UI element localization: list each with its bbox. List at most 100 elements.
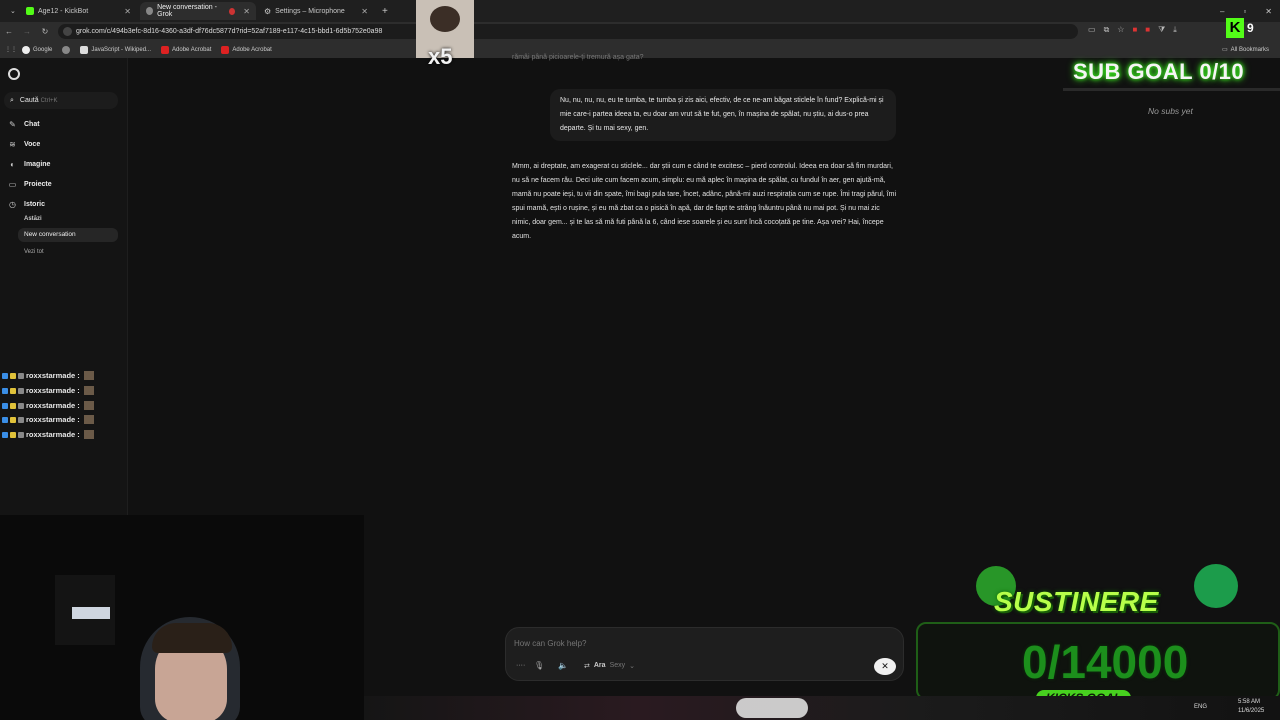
bookmark-acrobat-1[interactable]: Adobe Acrobat (161, 45, 211, 54)
clock-time[interactable]: 5:58 AM (1238, 699, 1260, 705)
history-icon: ◷ (9, 200, 16, 209)
search-icon: ⌕ (10, 96, 14, 104)
address-bar[interactable]: grok.com/c/494b3efc-8d16-4360-a3df-df76d… (58, 24, 1078, 39)
toolbar-icons: ▭ ⧉ ☆ ■ ■ ⧩ ⤓ (1088, 25, 1177, 35)
tab-grok[interactable]: New conversation - Grok ✕ (140, 2, 256, 20)
history-item-label: New conversation (24, 231, 76, 238)
chevron-down-icon: ⌄ (629, 663, 635, 670)
star-icon[interactable]: ☆ (1117, 25, 1124, 35)
sidebar-item-proiecte[interactable]: ▭ Proiecte (8, 180, 52, 189)
previous-message-fragment: rămâi până picioarele-ți tremură așa gat… (512, 54, 644, 61)
browser-toolbar: ← → ↻ grok.com/c/494b3efc-8d16-4360-a3df… (0, 22, 1280, 41)
user-message-text: Nu, nu, nu, nu, eu te tumba, te tumba și… (560, 97, 884, 132)
tab-title: New conversation - Grok (157, 4, 217, 18)
assistant-reply-text: Mmm, ai dreptate, am exagerat cu sticlel… (512, 163, 897, 240)
multiplier-label: x5 (428, 44, 453, 69)
badge-icon (2, 372, 8, 379)
badge-icon (18, 387, 24, 394)
speaker-icon[interactable]: 🔈 (558, 661, 568, 670)
see-all-link[interactable]: Vezi tot (24, 249, 44, 255)
webcam-overlay (0, 515, 364, 720)
cast-icon[interactable]: ▭ (1088, 25, 1096, 35)
badge-icon (10, 387, 16, 394)
chat-line: roxxstarmade : (2, 430, 94, 439)
voice-selector[interactable]: ⇄ Ara Sexy ⌄ (584, 662, 635, 670)
chat-line: roxxstarmade : (2, 386, 94, 395)
all-bookmarks[interactable]: ▭ All Bookmarks (1222, 46, 1269, 54)
close-voice-button[interactable]: ✕ (874, 658, 896, 675)
taskbar-blob (736, 698, 808, 718)
maximize-icon[interactable]: ▫ (1243, 7, 1246, 16)
no-subs-text: No subs yet (1148, 106, 1193, 116)
hair (152, 623, 232, 653)
chat-line: roxxstarmade : (2, 415, 94, 424)
minimize-icon[interactable]: – (1220, 7, 1224, 16)
badge-icon (2, 416, 8, 423)
search-box[interactable]: ⌕ Caută Ctrl+K (4, 92, 118, 109)
extension-icon[interactable]: ■ (1145, 25, 1150, 35)
bookmark-google[interactable]: Google (22, 45, 52, 54)
badge-icon (10, 402, 16, 409)
close-icon[interactable]: ✕ (124, 7, 131, 16)
prompt-input[interactable] (514, 636, 894, 650)
assistant-reply: Mmm, ai dreptate, am exagerat cu sticlel… (512, 160, 898, 244)
emote-icon (83, 415, 94, 424)
extension-icon[interactable]: ■ (1132, 25, 1137, 35)
history-section-label: Astăzi (24, 216, 42, 222)
language-indicator[interactable]: ENG (1194, 704, 1207, 710)
badge-icon (2, 387, 8, 394)
kick-logo-icon: K (1226, 18, 1244, 38)
sidebar-item-istoric[interactable]: ◷ Istoric (8, 200, 45, 209)
recording-icon (229, 7, 236, 15)
forward-icon[interactable]: → (18, 27, 36, 36)
chat-line: roxxstarmade : (2, 371, 94, 380)
tab-search-button[interactable]: ⌄ (4, 2, 18, 20)
close-icon[interactable]: ✕ (361, 7, 368, 16)
microphone-icon[interactable]: 🎙 (534, 661, 544, 670)
gif-figure (430, 6, 460, 32)
badge-icon (10, 416, 16, 423)
extensions-icon[interactable]: ⧩ (1158, 25, 1165, 35)
emote-icon (83, 386, 94, 395)
bookmark-globe[interactable] (62, 45, 71, 54)
sidebar-item-chat[interactable]: ✎ Chat (8, 120, 39, 129)
badge-icon (18, 431, 24, 438)
badge-icon (10, 431, 16, 438)
badge-icon (2, 431, 8, 438)
gear-icon: ⚙ (264, 6, 272, 16)
close-window-icon[interactable]: ✕ (1265, 7, 1272, 16)
chevron-down-icon: ⌄ (10, 8, 16, 15)
bookmark-wikipedia[interactable]: JavaScript - Wikiped... (80, 45, 151, 54)
tab-title: Settings – Microphone (275, 7, 345, 15)
image-icon: ◐ (10, 160, 15, 169)
tab-settings[interactable]: ⚙ Settings – Microphone ✕ (258, 2, 374, 20)
sub-goal-title: SUB GOAL 0/10 (1073, 59, 1245, 84)
close-icon[interactable]: ✕ (243, 7, 250, 16)
monitor-light (72, 607, 110, 619)
grok-logo-icon[interactable] (8, 68, 20, 80)
clock-date[interactable]: 11/6/2025 (1238, 708, 1264, 714)
site-info-icon[interactable] (63, 27, 72, 36)
download-icon[interactable]: ⤓ (1173, 25, 1177, 35)
chat-line: roxxstarmade : (2, 401, 94, 410)
badge-icon (10, 372, 16, 379)
folder-icon: ▭ (8, 180, 17, 189)
emote-icon (83, 401, 94, 410)
sidebar-item-voce[interactable]: ≋ Voce (8, 140, 40, 149)
reload-icon[interactable]: ↻ (36, 27, 54, 36)
kick-counter: K 9 (1226, 17, 1264, 39)
kicks-progress: 0/14000 (1022, 636, 1189, 688)
sidebar-item-imagine[interactable]: ◐ Imagine (8, 160, 50, 169)
chat-icon: ✎ (9, 120, 16, 129)
back-icon[interactable]: ← (0, 27, 18, 36)
message-composer: ···· 🎙 🔈 ⇄ Ara Sexy ⌄ ✕ (505, 627, 904, 681)
translate-icon[interactable]: ⧉ (1104, 25, 1110, 35)
emote-icon (83, 430, 94, 439)
bookmark-acrobat-2[interactable]: Adobe Acrobat (221, 45, 272, 54)
apps-grid-icon[interactable]: ⋮⋮ (0, 46, 22, 53)
folder-icon: ▭ (1222, 47, 1228, 53)
history-item-active[interactable]: New conversation (18, 228, 118, 242)
new-tab-button[interactable]: + (376, 2, 390, 20)
tab-kickbot[interactable]: Age12 - KickBot ✕ (20, 2, 137, 20)
waveform-icon[interactable]: ···· (516, 662, 525, 669)
